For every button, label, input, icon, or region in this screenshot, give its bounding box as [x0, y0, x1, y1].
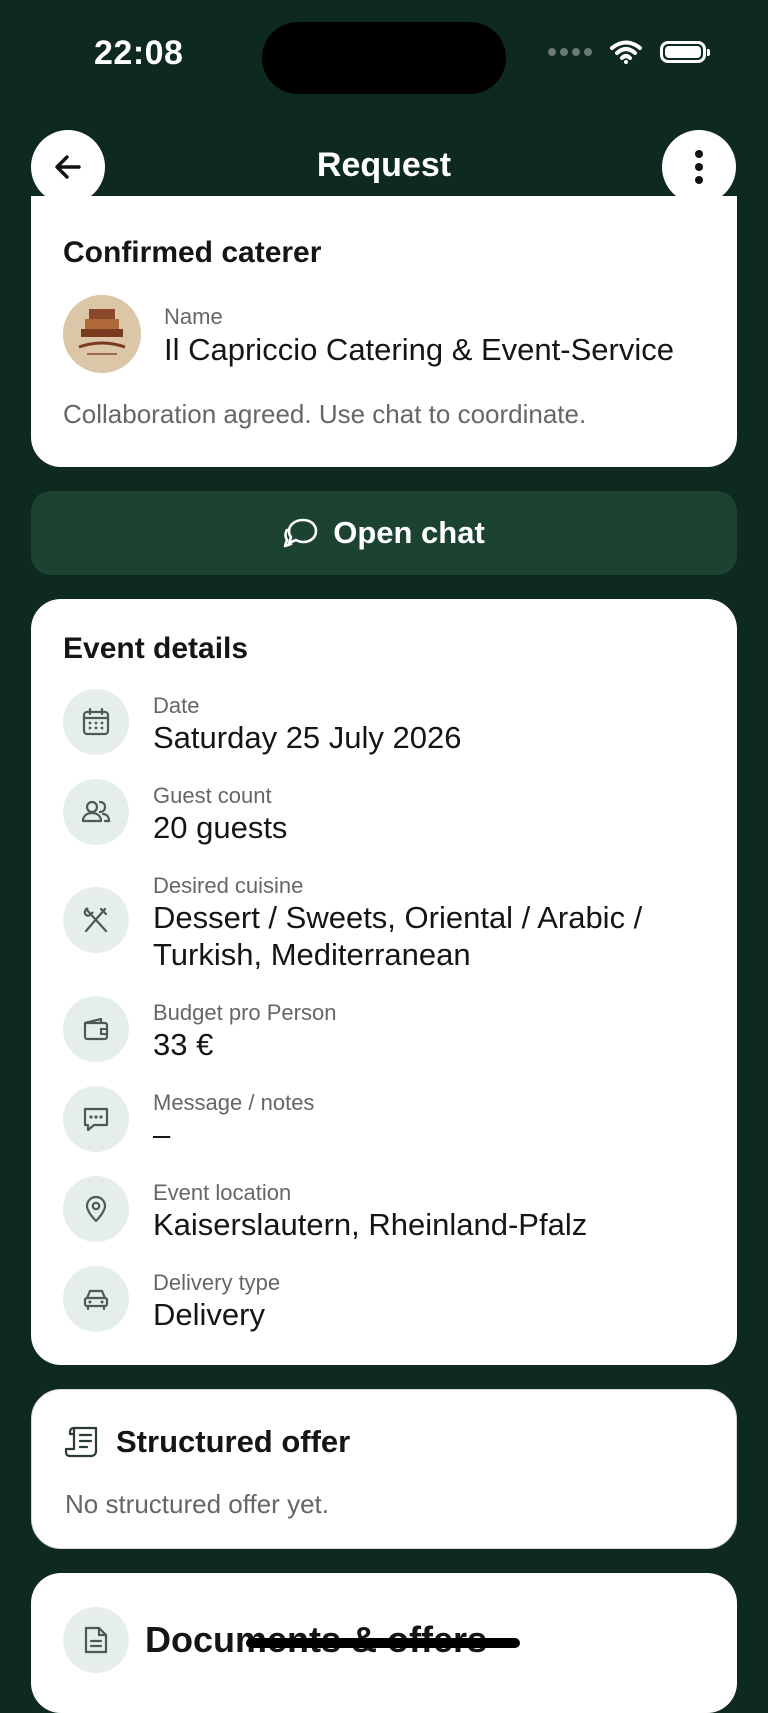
- detail-value: 20 guests: [153, 810, 288, 845]
- location-pin-icon: [63, 1176, 129, 1242]
- caterer-logo-icon: [63, 295, 141, 373]
- detail-label: Budget pro Person: [153, 1000, 337, 1025]
- event-details-card: Event details Date Saturday 25 July 2026…: [31, 599, 737, 1365]
- calendar-icon: [63, 689, 129, 755]
- open-chat-label: Open chat: [333, 515, 485, 550]
- caterer-name-label: Name: [164, 304, 223, 329]
- structured-offer-title: Structured offer: [116, 1424, 351, 1459]
- structured-offer-header: Structured offer: [64, 1424, 350, 1460]
- caterer-name-value: Il Capriccio Catering & Event-Service: [164, 332, 674, 367]
- event-details-title: Event details: [63, 632, 249, 665]
- detail-value: –: [153, 1117, 171, 1152]
- status-bar: 22:08: [0, 0, 768, 110]
- dynamic-island: [262, 22, 506, 94]
- caterer-avatar: [63, 295, 141, 373]
- message-icon: [63, 1086, 129, 1152]
- structured-offer-card: Structured offer No structured offer yet…: [31, 1389, 737, 1549]
- page-title: Request: [316, 146, 452, 184]
- users-icon: [63, 779, 129, 845]
- detail-item-delivery-type: Delivery type Delivery: [153, 1270, 713, 1333]
- detail-value: Saturday 25 July 2026: [153, 720, 462, 755]
- document-icon: [63, 1607, 129, 1673]
- battery-icon: [660, 41, 710, 63]
- receipt-icon: [64, 1426, 98, 1458]
- detail-item-cuisine: Desired cuisine Dessert / Sweets, Orient…: [153, 873, 713, 973]
- wifi-icon: [610, 40, 642, 64]
- detail-value: Dessert / Sweets, Oriental / Arabic / Tu…: [153, 900, 643, 972]
- nav-bar: Request: [0, 130, 768, 206]
- car-icon: [63, 1266, 129, 1332]
- detail-item-message: Message / notes –: [153, 1090, 713, 1153]
- caterer-note: Collaboration agreed. Use chat to coordi…: [63, 399, 587, 429]
- detail-label: Message / notes: [153, 1090, 315, 1115]
- signal-icon: [548, 48, 592, 56]
- detail-item-guest-count: Guest count 20 guests: [153, 783, 713, 846]
- detail-label: Date: [153, 693, 200, 718]
- detail-value: Delivery: [153, 1297, 265, 1332]
- open-chat-button[interactable]: Open chat: [31, 491, 737, 575]
- status-time: 22:08: [94, 34, 184, 72]
- detail-value: Kaiserslautern, Rheinland-Pfalz: [153, 1207, 588, 1242]
- status-indicators: [548, 40, 710, 64]
- more-vertical-icon: [695, 150, 703, 184]
- detail-label: Delivery type: [153, 1270, 281, 1295]
- detail-item-date: Date Saturday 25 July 2026: [153, 693, 713, 756]
- wallet-icon: [63, 996, 129, 1062]
- structured-offer-note: No structured offer yet.: [65, 1489, 329, 1519]
- cutlery-icon: [63, 887, 129, 953]
- detail-item-location: Event location Kaiserslautern, Rheinland…: [153, 1180, 713, 1243]
- detail-label: Desired cuisine: [153, 873, 304, 898]
- caterer-card-title: Confirmed caterer: [63, 236, 322, 269]
- detail-value: 33 €: [153, 1027, 214, 1062]
- confirmed-caterer-card: Confirmed caterer Name Il Capriccio Cate…: [31, 196, 737, 467]
- chat-bubble-icon: [283, 518, 318, 548]
- home-indicator[interactable]: [246, 1638, 520, 1648]
- more-options-button[interactable]: [662, 130, 736, 204]
- detail-label: Event location: [153, 1180, 292, 1205]
- detail-label: Guest count: [153, 783, 272, 808]
- detail-item-budget: Budget pro Person 33 €: [153, 1000, 713, 1063]
